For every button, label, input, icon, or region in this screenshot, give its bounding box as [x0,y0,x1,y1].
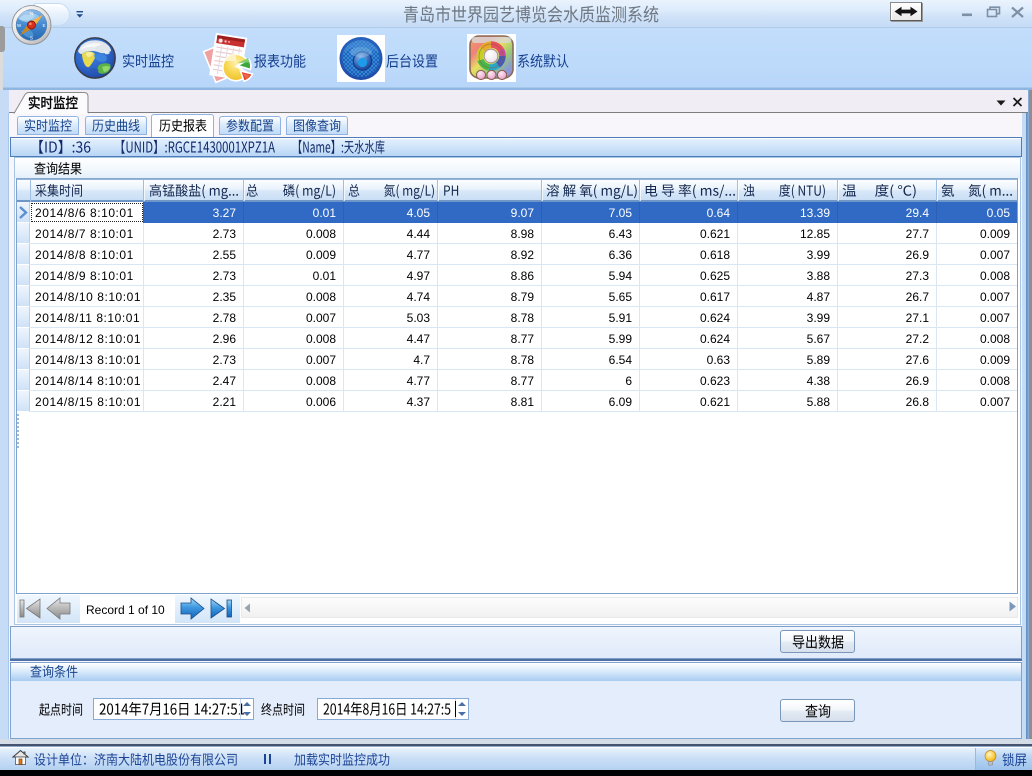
svg-text:E: E [42,23,45,28]
svg-text:S: S [30,35,33,40]
svg-text:W: W [17,23,22,28]
